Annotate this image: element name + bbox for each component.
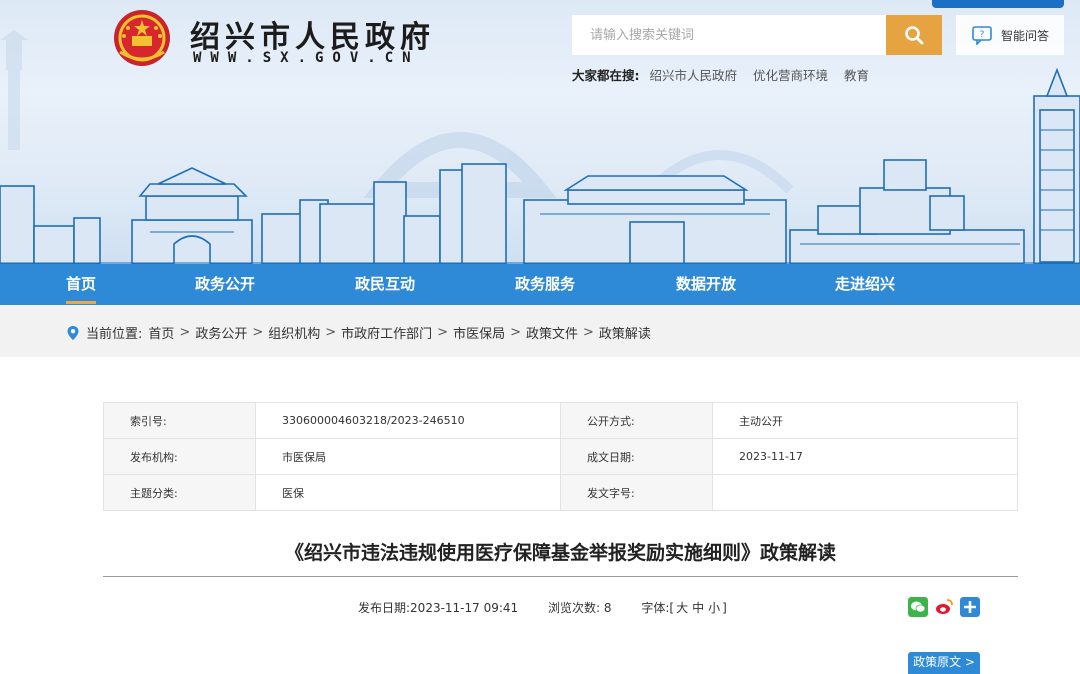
publisher-label: 发布机构: (103, 438, 256, 475)
nav-item-open-data[interactable]: 数据开放 (676, 264, 736, 305)
breadcrumb-separator: > (179, 325, 191, 340)
font-size-switcher: 字体:[大中小] (641, 601, 726, 615)
search-button[interactable] (886, 15, 942, 55)
ai-qa-label: 智能问答 (1000, 28, 1049, 43)
weibo-share-icon[interactable] (934, 597, 954, 617)
chat-bubble-icon: ? (972, 26, 992, 45)
open-mode-value: 主动公开 (712, 402, 1018, 439)
hot-search-bar: 大家都在搜: 绍兴市人民政府 优化营商环境 教育 (572, 65, 881, 84)
publisher-value: 市医保局 (255, 438, 561, 475)
breadcrumb-separator: > (252, 325, 264, 340)
table-row: 发布机构: 市医保局 成文日期: 2023-11-17 (103, 438, 1018, 475)
breadcrumb-separator: > (510, 325, 521, 340)
svg-text:?: ? (980, 30, 985, 40)
nav-item-home[interactable]: 首页 (66, 264, 97, 305)
hot-search-link[interactable]: 优化营商环境 (753, 68, 828, 83)
search-icon (905, 26, 924, 45)
breadcrumb-bar: 当前位置: 首页 > 政务公开 > 组织机构 > 市政府工作部门 > 市医保局 … (0, 305, 1080, 357)
policy-original-button[interactable]: 政策原文 > (908, 652, 980, 674)
article-title: 《绍兴市违法违规使用医疗保障基金举报奖励实施细则》政策解读 (284, 542, 836, 564)
written-date-label: 成文日期: (560, 438, 713, 475)
table-row: 主题分类: 医保 发文字号: (103, 474, 1018, 511)
breadcrumb-label: 当前位置: (86, 327, 143, 342)
breadcrumb-link[interactable]: 首页 (148, 323, 174, 342)
breadcrumb-link[interactable]: 政策解读 (599, 323, 651, 342)
nav-item-about-shaoxing[interactable]: 走进绍兴 (835, 264, 895, 305)
breadcrumb-link[interactable]: 市政府工作部门 (341, 323, 432, 342)
font-size-bracket: ] (722, 601, 727, 615)
breadcrumb: 当前位置: 首页 > 政务公开 > 组织机构 > 市政府工作部门 > 市医保局 … (66, 323, 651, 342)
breadcrumb-link[interactable]: 政务公开 (195, 323, 247, 342)
article-info-bar: 发布日期:2023-11-17 09:41 浏览次数: 8 字体:[大中小] (358, 599, 753, 616)
breadcrumb-separator: > (325, 325, 337, 340)
font-large-button[interactable]: 大 (676, 601, 688, 615)
publish-date: 发布日期:2023-11-17 09:41 (358, 601, 519, 615)
title-divider (103, 576, 1018, 577)
table-row: 索引号: 330600004603218/2023-246510 公开方式: 主… (103, 402, 1018, 439)
nav-item-gov-affairs-open[interactable]: 政务公开 (195, 264, 255, 305)
font-size-label: 字体:[ (641, 601, 675, 615)
hot-search-link[interactable]: 绍兴市人民政府 (649, 68, 737, 83)
doc-number-value (712, 474, 1018, 511)
doc-number-label: 发文字号: (560, 474, 713, 511)
site-url: WWW.SX.GOV.CN (193, 50, 420, 66)
font-small-button[interactable]: 小 (708, 601, 720, 615)
written-date-value: 2023-11-17 (712, 438, 1018, 475)
breadcrumb-separator: > (583, 325, 594, 340)
wechat-share-icon[interactable] (908, 597, 928, 617)
hot-search-link[interactable]: 教育 (844, 68, 869, 83)
index-value: 330600004603218/2023-246510 (255, 402, 561, 439)
open-mode-label: 公开方式: (560, 402, 713, 439)
national-emblem-logo (114, 10, 170, 66)
view-count: 浏览次数: 8 (548, 601, 612, 615)
site-header: 绍兴市人民政府 WWW.SX.GOV.CN ? 智能问答 大家都在搜: 绍兴市人… (0, 0, 1080, 264)
nav-item-interaction[interactable]: 政民互动 (355, 264, 415, 305)
search-input[interactable] (572, 15, 886, 55)
ai-qa-button[interactable]: ? 智能问答 (956, 15, 1064, 55)
nav-item-services[interactable]: 政务服务 (515, 264, 575, 305)
main-nav: 首页 政务公开 政民互动 政务服务 数据开放 走进绍兴 (0, 264, 1080, 305)
document-meta-table: 索引号: 330600004603218/2023-246510 公开方式: 主… (103, 402, 1018, 511)
hot-search-label: 大家都在搜: (572, 68, 640, 83)
font-medium-button[interactable]: 中 (692, 601, 704, 615)
top-corner-tab[interactable] (932, 0, 1064, 8)
breadcrumb-link[interactable]: 组织机构 (268, 323, 320, 342)
topic-value: 医保 (255, 474, 561, 511)
breadcrumb-link[interactable]: 政策文件 (526, 323, 578, 342)
location-pin-icon (67, 325, 79, 340)
index-label: 索引号: (103, 402, 256, 439)
breadcrumb-link[interactable]: 市医保局 (453, 323, 505, 342)
breadcrumb-separator: > (437, 325, 449, 340)
topic-label: 主题分类: (103, 474, 256, 511)
more-share-icon[interactable] (960, 597, 980, 617)
